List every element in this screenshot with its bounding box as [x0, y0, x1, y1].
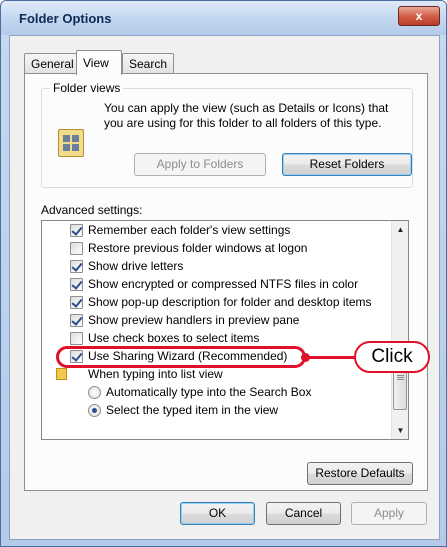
- dialog-client-area: General View Search Folder views You can…: [9, 35, 440, 540]
- checkbox[interactable]: [70, 260, 83, 273]
- folder-options-window: Folder Options x General View Search Fol…: [0, 0, 447, 547]
- radio-button[interactable]: [88, 386, 101, 399]
- radio-button[interactable]: [88, 404, 101, 417]
- checkbox[interactable]: [70, 296, 83, 309]
- callout-line: [304, 356, 356, 359]
- folder-view-icon: [58, 129, 84, 157]
- checkbox[interactable]: [70, 242, 83, 255]
- list-item-label: Show pop-up description for folder and d…: [88, 295, 372, 309]
- folder-views-label: Folder views: [50, 81, 124, 95]
- scroll-up-arrow-icon[interactable]: ▲: [392, 221, 408, 238]
- tab-general[interactable]: General: [24, 53, 77, 74]
- close-button[interactable]: x: [398, 6, 440, 26]
- folder-views-group: Folder views You can apply the view (suc…: [41, 81, 413, 188]
- tab-view[interactable]: View: [76, 50, 122, 75]
- scroll-down-arrow-icon[interactable]: ▼: [392, 422, 408, 439]
- close-icon: x: [415, 9, 423, 23]
- apply-to-folders-button[interactable]: Apply to Folders: [134, 153, 266, 176]
- checkbox[interactable]: [70, 278, 83, 291]
- highlight-oval: [56, 346, 306, 368]
- advanced-settings-label: Advanced settings:: [41, 203, 143, 217]
- reset-folders-button[interactable]: Reset Folders: [282, 153, 412, 176]
- cancel-button[interactable]: Cancel: [266, 502, 341, 525]
- list-item-label: Show preview handlers in preview pane: [88, 313, 300, 327]
- click-callout: Click: [354, 341, 430, 373]
- window-title: Folder Options: [19, 11, 112, 26]
- title-bar[interactable]: Folder Options x: [1, 1, 446, 35]
- list-item-label: Remember each folder's view settings: [88, 223, 291, 237]
- advanced-settings-list[interactable]: Remember each folder's view settings Res…: [41, 220, 409, 440]
- vertical-scrollbar[interactable]: ▲ ▼: [391, 221, 408, 439]
- folder-views-description: You can apply the view (such as Details …: [104, 101, 389, 130]
- list-item-label: Show drive letters: [88, 259, 184, 273]
- list-item-label: Use check boxes to select items: [88, 331, 260, 345]
- list-item-label: Automatically type into the Search Box: [106, 385, 312, 399]
- checkbox[interactable]: [70, 224, 83, 237]
- checkbox[interactable]: [70, 332, 83, 345]
- restore-defaults-button[interactable]: Restore Defaults: [307, 462, 413, 485]
- list-item-label: Show encrypted or compressed NTFS files …: [88, 277, 359, 291]
- folder-icon: [56, 368, 67, 380]
- view-tab-panel: Folder views You can apply the view (suc…: [24, 73, 428, 491]
- ok-button[interactable]: OK: [180, 502, 255, 525]
- list-item-label: Select the typed item in the view: [106, 403, 279, 417]
- tab-search[interactable]: Search: [122, 53, 174, 74]
- apply-button[interactable]: Apply: [351, 502, 427, 525]
- list-item-label: Restore previous folder windows at logon: [88, 241, 308, 255]
- checkbox[interactable]: [70, 314, 83, 327]
